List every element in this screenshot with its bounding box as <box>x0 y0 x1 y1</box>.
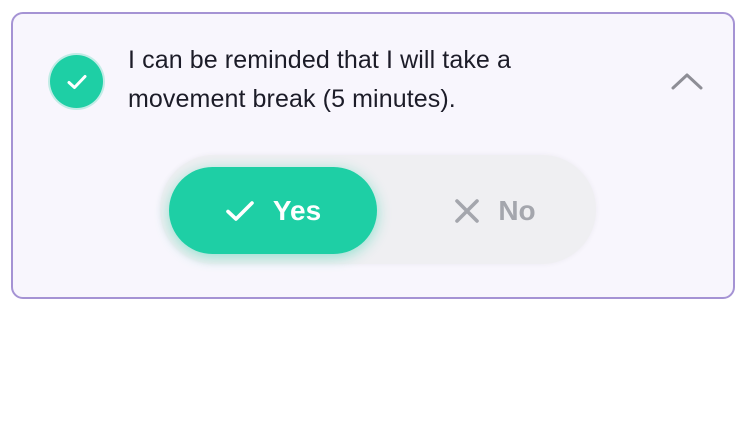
check-icon <box>225 199 255 223</box>
x-icon <box>454 198 480 224</box>
yes-no-toggle: Yes No <box>160 155 596 264</box>
yes-option[interactable]: Yes <box>169 167 377 254</box>
collapse-button[interactable] <box>669 69 705 97</box>
question-card: I can be reminded that I will take a mov… <box>11 12 735 299</box>
no-label: No <box>498 194 536 226</box>
chevron-up-icon <box>671 71 703 96</box>
no-option[interactable]: No <box>400 167 590 254</box>
question-text: I can be reminded that I will take a mov… <box>128 46 511 113</box>
check-circle-icon <box>50 55 103 108</box>
yes-label: Yes <box>272 194 322 226</box>
